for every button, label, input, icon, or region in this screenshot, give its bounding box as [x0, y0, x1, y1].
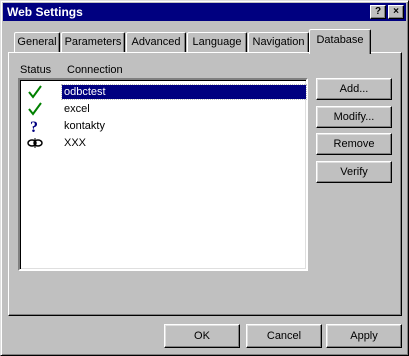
svg-text:?: ? — [30, 119, 38, 134]
checkmark-icon — [28, 85, 42, 99]
list-item[interactable]: odbctest — [22, 84, 307, 100]
connection-list[interactable]: odbctest excel ? kontakty XXX — [18, 78, 308, 271]
list-item[interactable]: XXX — [22, 135, 306, 151]
close-button[interactable]: × — [388, 5, 404, 19]
connection-column-header: Connection — [67, 64, 123, 76]
connection-name: XXX — [64, 137, 87, 149]
tab-database[interactable]: Database — [309, 29, 371, 54]
connection-name: kontakty — [64, 120, 105, 132]
checkmark-icon — [28, 102, 42, 116]
modify-button[interactable]: Modify... — [316, 106, 392, 128]
tab-navigation[interactable]: Navigation — [248, 32, 309, 52]
question-mark-icon: ? — [30, 119, 38, 134]
help-button[interactable]: ? — [370, 5, 386, 19]
status-column-header: Status — [20, 64, 52, 76]
apply-button[interactable]: Apply — [326, 324, 402, 348]
list-item[interactable]: excel — [22, 101, 306, 117]
tab-language[interactable]: Language — [187, 32, 247, 52]
cancel-button[interactable]: Cancel — [246, 324, 322, 348]
tab-general[interactable]: General — [14, 32, 60, 52]
title-bar[interactable]: Web Settings ? × — [3, 3, 406, 21]
tab-advanced[interactable]: Advanced — [126, 32, 186, 52]
connection-name: odbctest — [61, 84, 307, 100]
add-button[interactable]: Add... — [316, 78, 392, 100]
web-settings-dialog: Web Settings ? × General Parameters Adva… — [0, 0, 409, 356]
remove-button[interactable]: Remove — [316, 133, 392, 155]
connection-name: excel — [64, 103, 90, 115]
tab-parameters[interactable]: Parameters — [61, 32, 125, 52]
ok-button[interactable]: OK — [164, 324, 240, 348]
list-item[interactable]: ? kontakty — [22, 118, 306, 134]
verify-button[interactable]: Verify — [316, 161, 392, 183]
broken-link-icon — [27, 138, 43, 148]
window-title: Web Settings — [7, 5, 83, 19]
